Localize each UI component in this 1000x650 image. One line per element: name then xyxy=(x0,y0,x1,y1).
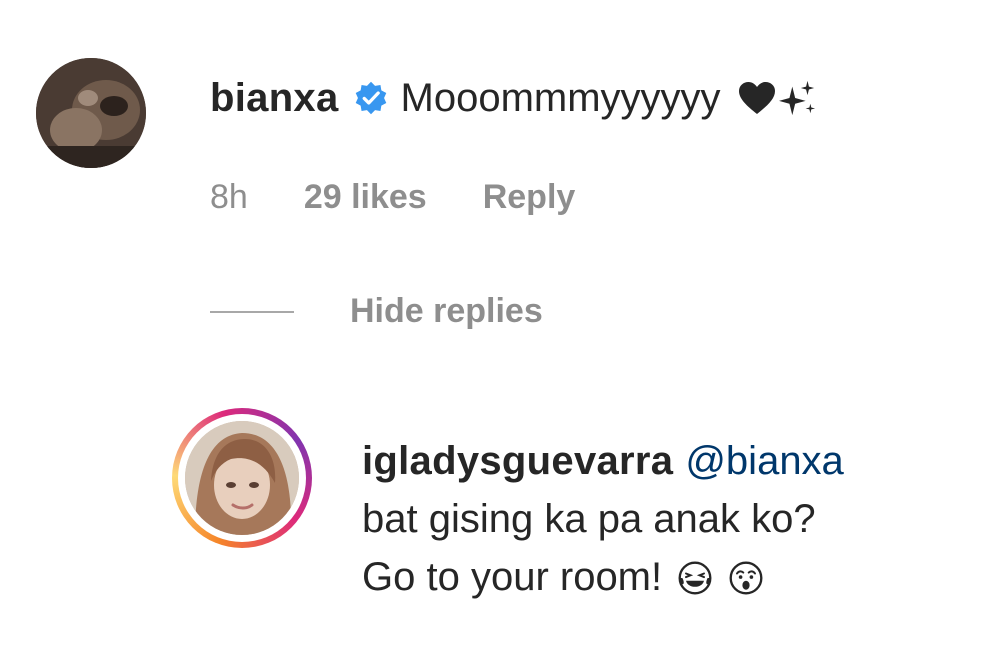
avatar-photo xyxy=(36,58,146,168)
sparkles-icon xyxy=(778,80,815,116)
reply-username[interactable]: igladysguevarra xyxy=(362,439,673,483)
reply-text-line-2: Go to your room! xyxy=(362,548,844,606)
verified-badge-icon xyxy=(355,81,386,115)
comment-likes-count[interactable]: 29 likes xyxy=(304,178,427,217)
reply-avatar xyxy=(185,421,299,535)
surprised-face-icon xyxy=(729,561,763,595)
reply-text-line-2-text: Go to your room! xyxy=(362,555,663,599)
reply-mention-link[interactable]: @bianxa xyxy=(685,439,843,483)
comment-text: Mooommmyyyyyy xyxy=(400,75,721,120)
commenter-avatar[interactable] xyxy=(36,58,146,168)
comments-panel: bianxa Mooommmyyyyyy 8h 29 likes Reply H… xyxy=(0,0,1000,650)
divider-line xyxy=(210,310,294,313)
comment-meta: 8h 29 likes Reply xyxy=(210,178,631,217)
reply-avatar-story-ring[interactable] xyxy=(172,408,312,548)
reply-avatar-photo xyxy=(185,421,299,535)
laughing-tears-icon xyxy=(678,561,712,595)
hide-replies-label: Hide replies xyxy=(350,292,543,330)
comment-row: bianxa Mooommmyyyyyy xyxy=(210,68,817,128)
hide-replies-toggle[interactable]: Hide replies xyxy=(210,292,543,331)
reply-header: igladysguevarra @bianxa xyxy=(362,432,844,490)
comment-username[interactable]: bianxa xyxy=(210,76,339,121)
reply-button[interactable]: Reply xyxy=(483,178,576,217)
reply-content: igladysguevarra @bianxa bat gising ka pa … xyxy=(362,432,844,606)
comment-timestamp[interactable]: 8h xyxy=(210,178,248,217)
black-heart-icon xyxy=(738,82,775,114)
reply-text-line-1: bat gising ka pa anak ko? xyxy=(362,497,816,541)
